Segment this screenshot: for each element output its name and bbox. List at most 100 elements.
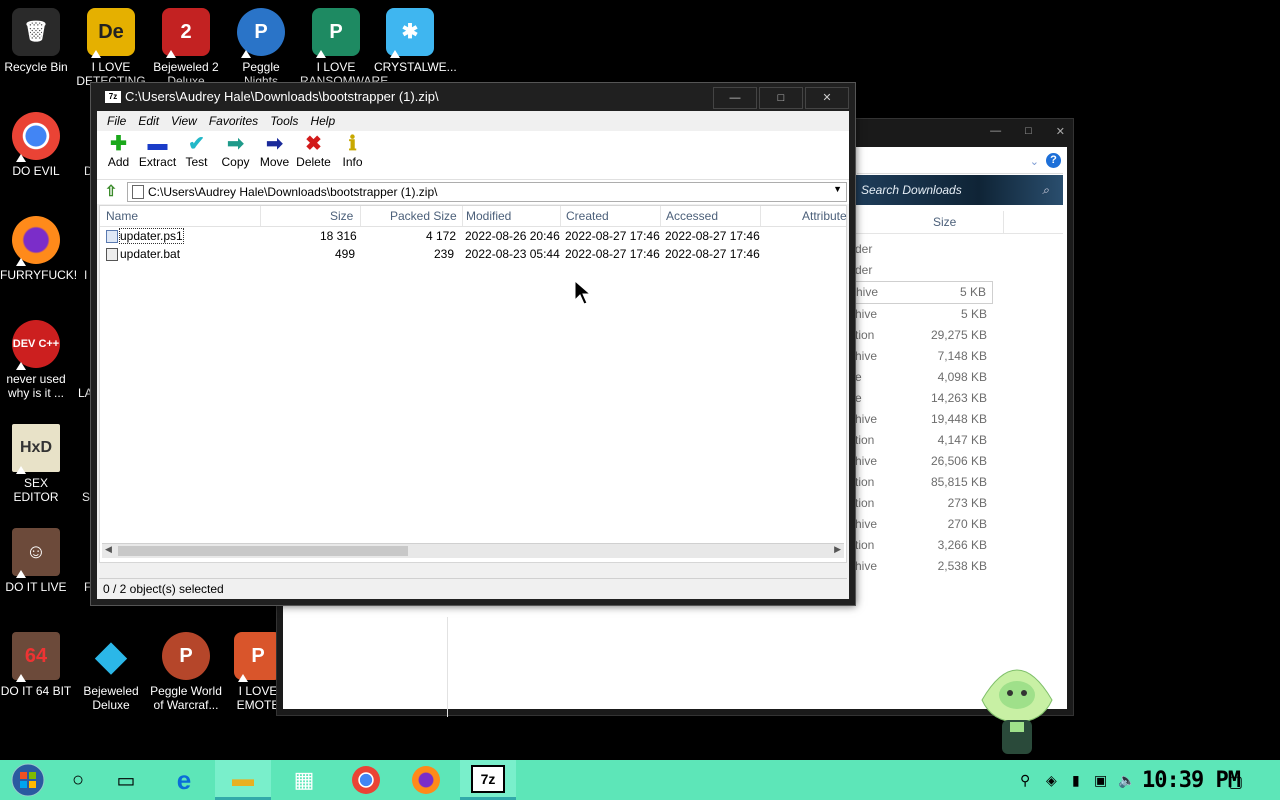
taskbar-store[interactable]: ▦ <box>276 760 332 800</box>
minimize-button[interactable]: — <box>713 87 757 109</box>
menu-file[interactable]: File <box>101 111 132 131</box>
list-item[interactable]: hive 5 KB <box>853 281 993 304</box>
mouse-cursor-icon <box>574 280 592 305</box>
scroll-left-icon[interactable]: ◀ <box>105 544 112 555</box>
minimize-button[interactable]: — <box>990 125 1001 138</box>
list-item[interactable]: tion 4,147 KB <box>853 430 993 451</box>
x-icon: ✖ <box>305 133 322 155</box>
desktop-shortcut-ransomware[interactable]: P I LOVE RANSOMWARE <box>300 8 388 88</box>
desktop-icon-label: CRYSTALWE... <box>374 60 457 74</box>
column-header-modified[interactable]: Modified <box>466 209 511 223</box>
test-button[interactable]: ✔ Test <box>177 131 216 179</box>
start-button[interactable] <box>0 760 56 800</box>
search-tray-icon[interactable]: ⚲ <box>1020 772 1030 789</box>
list-item[interactable]: e 14,263 KB <box>853 388 993 409</box>
plus-icon: ✚ <box>110 133 127 155</box>
menu-favorites[interactable]: Favorites <box>203 111 264 131</box>
folder-up-icon[interactable]: ⇧ <box>101 182 121 202</box>
close-button[interactable]: ✕ <box>1056 125 1065 138</box>
desktop-shortcut-peggle-wow[interactable]: P Peggle World of Warcraf... <box>150 632 222 712</box>
list-item[interactable]: hive 19,448 KB <box>853 409 993 430</box>
taskbar-7zip[interactable]: 7z <box>460 760 516 800</box>
window-title: C:\Users\Audrey Hale\Downloads\bootstrap… <box>125 89 439 104</box>
crystal-icon: ✱ <box>386 8 434 58</box>
delete-button[interactable]: ✖ Delete <box>294 131 333 179</box>
column-label: Size <box>933 215 957 229</box>
column-header-name[interactable]: Name <box>106 209 138 223</box>
horizontal-scrollbar[interactable]: ◀ ▶ <box>102 543 844 558</box>
defender-icon[interactable]: ▮ <box>1072 772 1080 789</box>
desktop-icon-label: FURRYFUCK! <box>0 268 78 282</box>
list-item[interactable]: hive 5 KB <box>853 304 993 325</box>
desktop-shortcut-doit64[interactable]: 64 DO IT 64 BIT <box>0 632 72 698</box>
desktop-shortcut-bejeweled[interactable]: ◆ Bejeweled Deluxe <box>75 632 147 712</box>
help-icon[interactable]: ? <box>1046 153 1061 168</box>
table-row[interactable]: updater.bat 499 239 2022-08-23 05:44 202… <box>100 245 846 263</box>
copy-button[interactable]: ➡ Copy <box>216 131 255 179</box>
list-item[interactable]: tion 3,266 KB <box>853 535 993 556</box>
desktop-shortcut-chrome[interactable]: DO EVIL <box>0 112 72 178</box>
list-item[interactable]: hive 270 KB <box>853 514 993 535</box>
maximize-button[interactable]: □ <box>759 87 803 109</box>
devcpp-icon: DEV C++ <box>12 320 60 370</box>
table-row[interactable]: updater.ps1 18 316 4 172 2022-08-26 20:4… <box>100 227 846 245</box>
move-button[interactable]: ➡ Move <box>255 131 294 179</box>
toolbar-label: Add <box>107 155 130 169</box>
dropdown-arrow-icon[interactable]: ▼ <box>833 184 842 194</box>
desktop-shortcut-doitlive[interactable]: ☺ DO IT LIVE <box>0 528 72 594</box>
taskbar-chrome[interactable] <box>338 760 394 800</box>
desktop-shortcut-devcpp[interactable]: DEV C++ never used why is it ... <box>0 320 72 400</box>
list-item[interactable]: tion 85,815 KB <box>853 472 993 493</box>
clock[interactable]: 10:39 PM <box>1142 768 1241 793</box>
search-input[interactable]: Search Downloads ⌕ <box>853 175 1063 205</box>
title-bar[interactable]: 7z C:\Users\Audrey Hale\Downloads\bootst… <box>91 83 855 111</box>
notification-icon[interactable]: ▢ <box>1228 772 1243 792</box>
desktop-shortcut-detecting[interactable]: De I LOVE DETECTING <box>75 8 147 88</box>
list-item[interactable]: tion 273 KB <box>853 493 993 514</box>
network-icon[interactable]: ▣ <box>1094 772 1107 789</box>
column-header-packed-size[interactable]: Packed Size <box>390 209 457 223</box>
list-item[interactable]: hive 2,538 KB <box>853 556 993 577</box>
address-combobox[interactable]: C:\Users\Audrey Hale\Downloads\bootstrap… <box>127 182 847 202</box>
desktop-shortcut-firefox[interactable]: FURRYFUCK! <box>0 216 78 282</box>
list-item[interactable]: tion 29,275 KB <box>853 325 993 346</box>
list-item[interactable]: e 4,098 KB <box>853 367 993 388</box>
scroll-right-icon[interactable]: ▶ <box>834 544 841 555</box>
extract-button[interactable]: ▬ Extract <box>138 131 177 179</box>
desktop-shortcut-hxd[interactable]: HxD SEX EDITOR <box>0 424 72 504</box>
column-header-accessed[interactable]: Accessed <box>666 209 718 223</box>
menu-tools[interactable]: Tools <box>264 111 304 131</box>
network-shield-icon[interactable]: ◈ <box>1046 772 1057 789</box>
maximize-button[interactable]: □ <box>1025 125 1032 138</box>
column-header-created[interactable]: Created <box>566 209 609 223</box>
desktop-shortcut-bejeweled2[interactable]: 2 Bejeweled 2 Deluxe <box>150 8 222 88</box>
close-button[interactable]: ✕ <box>805 87 849 109</box>
file-list[interactable]: Name Size Packed Size Modified Created A… <box>99 205 847 563</box>
list-item[interactable]: der <box>853 260 993 281</box>
sevenzip-client: File Edit View Favorites Tools Help ✚ Ad… <box>97 111 849 599</box>
desktop-icon-label: DO IT 64 BIT <box>0 684 72 698</box>
address-bar[interactable]: ⌄ ? <box>857 149 1063 174</box>
sevenzip-window[interactable]: 7z C:\Users\Audrey Hale\Downloads\bootst… <box>90 82 856 606</box>
list-item[interactable]: hive 7,148 KB <box>853 346 993 367</box>
menu-edit[interactable]: Edit <box>132 111 165 131</box>
menu-view[interactable]: View <box>165 111 203 131</box>
taskbar-edge[interactable]: e <box>156 760 212 800</box>
volume-icon[interactable]: 🔈 <box>1118 772 1135 789</box>
taskbar-file-explorer[interactable]: ▬ <box>215 760 271 800</box>
info-button[interactable]: ℹ Info <box>333 131 372 179</box>
column-header-attributes[interactable]: Attribute <box>802 209 847 223</box>
list-item[interactable]: hive 26,506 KB <box>853 451 993 472</box>
scrollbar-thumb[interactable] <box>118 546 408 556</box>
desktop-shortcut-crystal[interactable]: ✱ CRYSTALWE... <box>374 8 457 74</box>
column-header-size[interactable]: Size <box>853 211 1063 234</box>
list-item[interactable]: der <box>853 239 993 260</box>
add-button[interactable]: ✚ Add <box>99 131 138 179</box>
chevron-down-icon[interactable]: ⌄ <box>1030 155 1039 168</box>
menu-help[interactable]: Help <box>304 111 341 131</box>
sevenzip-logo-icon: 7z <box>105 91 121 103</box>
task-view-button[interactable]: ▭ <box>98 760 154 800</box>
column-header-size[interactable]: Size <box>330 209 353 223</box>
taskbar-firefox[interactable] <box>398 760 454 800</box>
recycle-bin-icon[interactable]: 🗑 Recycle Bin <box>0 8 72 74</box>
